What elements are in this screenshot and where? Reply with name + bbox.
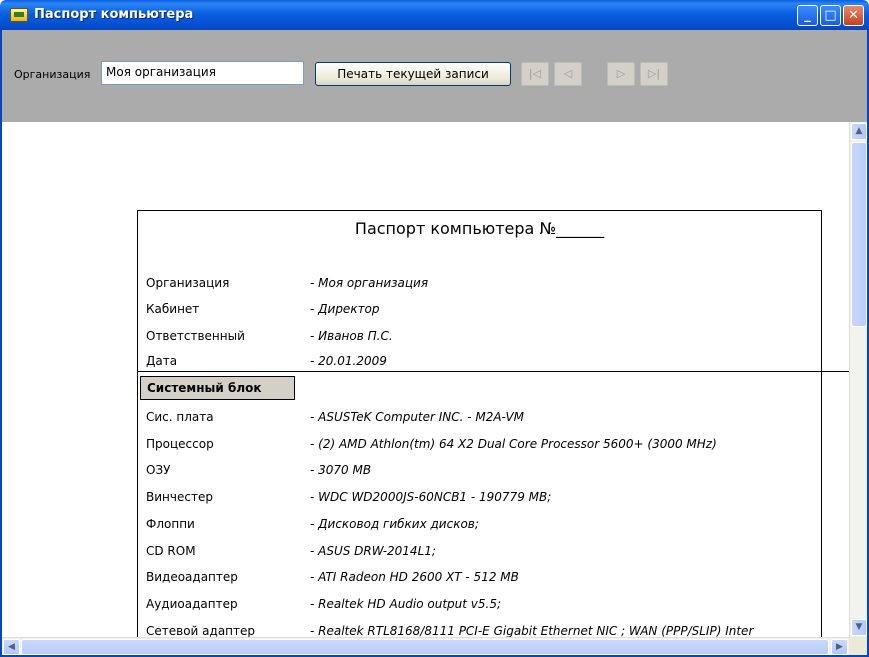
- row-value: - Моя организация: [310, 276, 429, 290]
- report-preview-area[interactable]: Паспорт компьютера №______ Организация -…: [2, 122, 849, 637]
- row-value: - Дисковод гибких дисков;: [310, 517, 479, 531]
- close-button[interactable]: ✕: [843, 5, 864, 26]
- row-value: - 3070 MB: [310, 463, 372, 477]
- spec-row: Флоппи - Дисковод гибких дисков;: [146, 517, 816, 535]
- row-value: - Realtek RTL8168/8111 PCI-E Gigabit Eth…: [310, 624, 754, 637]
- section-header: Системный блок: [140, 376, 295, 400]
- print-record-button[interactable]: Печать текущей записи: [315, 62, 511, 86]
- row-label: Видеоадаптер: [146, 570, 238, 584]
- row-label: Винчестер: [146, 490, 213, 504]
- row-label: Кабинет: [146, 302, 200, 316]
- scroll-left-icon[interactable]: ◀: [3, 639, 20, 655]
- app-icon: [10, 8, 28, 22]
- resize-grip[interactable]: [849, 637, 867, 655]
- window-title: Паспорт компьютера: [34, 7, 194, 22]
- horizontal-scrollbar[interactable]: ◀ ▶: [2, 637, 849, 655]
- spec-row: Аудиоадаптер - Realtek HD Audio output v…: [146, 597, 816, 615]
- row-label: Аудиоадаптер: [146, 597, 238, 611]
- spec-row: Видеоадаптер - ATI Radeon HD 2600 XT - 5…: [146, 570, 816, 588]
- row-label: Организация: [146, 276, 230, 290]
- vertical-scrollbar[interactable]: ▲ ▼: [849, 122, 867, 637]
- header-row: Ответственный - Иванов П.С.: [146, 329, 816, 347]
- title-bar[interactable]: Паспорт компьютера _ □ ✕: [0, 0, 869, 30]
- header-row: Кабинет - Директор: [146, 302, 816, 320]
- first-record-button[interactable]: |◁: [521, 62, 549, 86]
- row-value: - ATI Radeon HD 2600 XT - 512 MB: [310, 570, 519, 584]
- row-label: Сетевой адаптер: [146, 624, 256, 637]
- toolbar: Организация Моя организация Печать текущ…: [0, 30, 869, 122]
- last-record-button[interactable]: ▷|: [640, 62, 668, 86]
- header-row: Дата - 20.01.2009: [146, 354, 816, 372]
- spec-row: Процессор - (2) AMD Athlon(tm) 64 X2 Dua…: [146, 437, 816, 455]
- row-label: Ответственный: [146, 329, 245, 343]
- row-label: Сис. плата: [146, 410, 214, 424]
- org-input[interactable]: Моя организация: [101, 61, 304, 85]
- spec-row: Сетевой адаптер - Realtek RTL8168/8111 P…: [146, 624, 816, 637]
- org-label: Организация: [14, 68, 91, 81]
- row-label: Флоппи: [146, 517, 195, 531]
- section-divider: [138, 371, 849, 372]
- maximize-button[interactable]: □: [820, 5, 841, 26]
- spec-row: Сис. плата - ASUSTeK Computer INC. - M2A…: [146, 410, 816, 428]
- minimize-button[interactable]: _: [797, 5, 818, 26]
- row-value: - Иванов П.С.: [310, 329, 393, 343]
- spec-row: CD ROM - ASUS DRW-2014L1;: [146, 544, 816, 562]
- row-value: - ASUSTeK Computer INC. - M2A-VM: [310, 410, 525, 424]
- row-value: - WDC WD2000JS-60NCB1 - 190779 MB;: [310, 490, 552, 504]
- next-record-button[interactable]: ▷: [607, 62, 635, 86]
- report-title: Паспорт компьютера №______: [354, 219, 605, 238]
- scroll-right-icon[interactable]: ▶: [831, 639, 848, 655]
- prev-record-button[interactable]: ◁: [554, 62, 582, 86]
- scroll-up-icon[interactable]: ▲: [851, 123, 867, 140]
- vertical-scroll-thumb[interactable]: [851, 142, 867, 327]
- row-value: - Realtek HD Audio output v5.5;: [310, 597, 502, 611]
- horizontal-scroll-thumb[interactable]: [21, 639, 829, 655]
- row-label: CD ROM: [146, 544, 196, 558]
- row-value: - ASUS DRW-2014L1;: [310, 544, 436, 558]
- row-value: - 20.01.2009: [310, 354, 387, 368]
- row-label: Дата: [146, 354, 178, 368]
- report-page: Паспорт компьютера №______ Организация -…: [137, 210, 849, 637]
- row-value: - Директор: [310, 302, 380, 316]
- header-row: Организация - Моя организация: [146, 276, 816, 294]
- row-label: ОЗУ: [146, 463, 171, 477]
- row-label: Процессор: [146, 437, 214, 451]
- spec-row: Винчестер - WDC WD2000JS-60NCB1 - 190779…: [146, 490, 816, 508]
- spec-row: ОЗУ - 3070 MB: [146, 463, 816, 481]
- row-value: - (2) AMD Athlon(tm) 64 X2 Dual Core Pro…: [310, 437, 717, 451]
- scroll-down-icon[interactable]: ▼: [851, 619, 867, 636]
